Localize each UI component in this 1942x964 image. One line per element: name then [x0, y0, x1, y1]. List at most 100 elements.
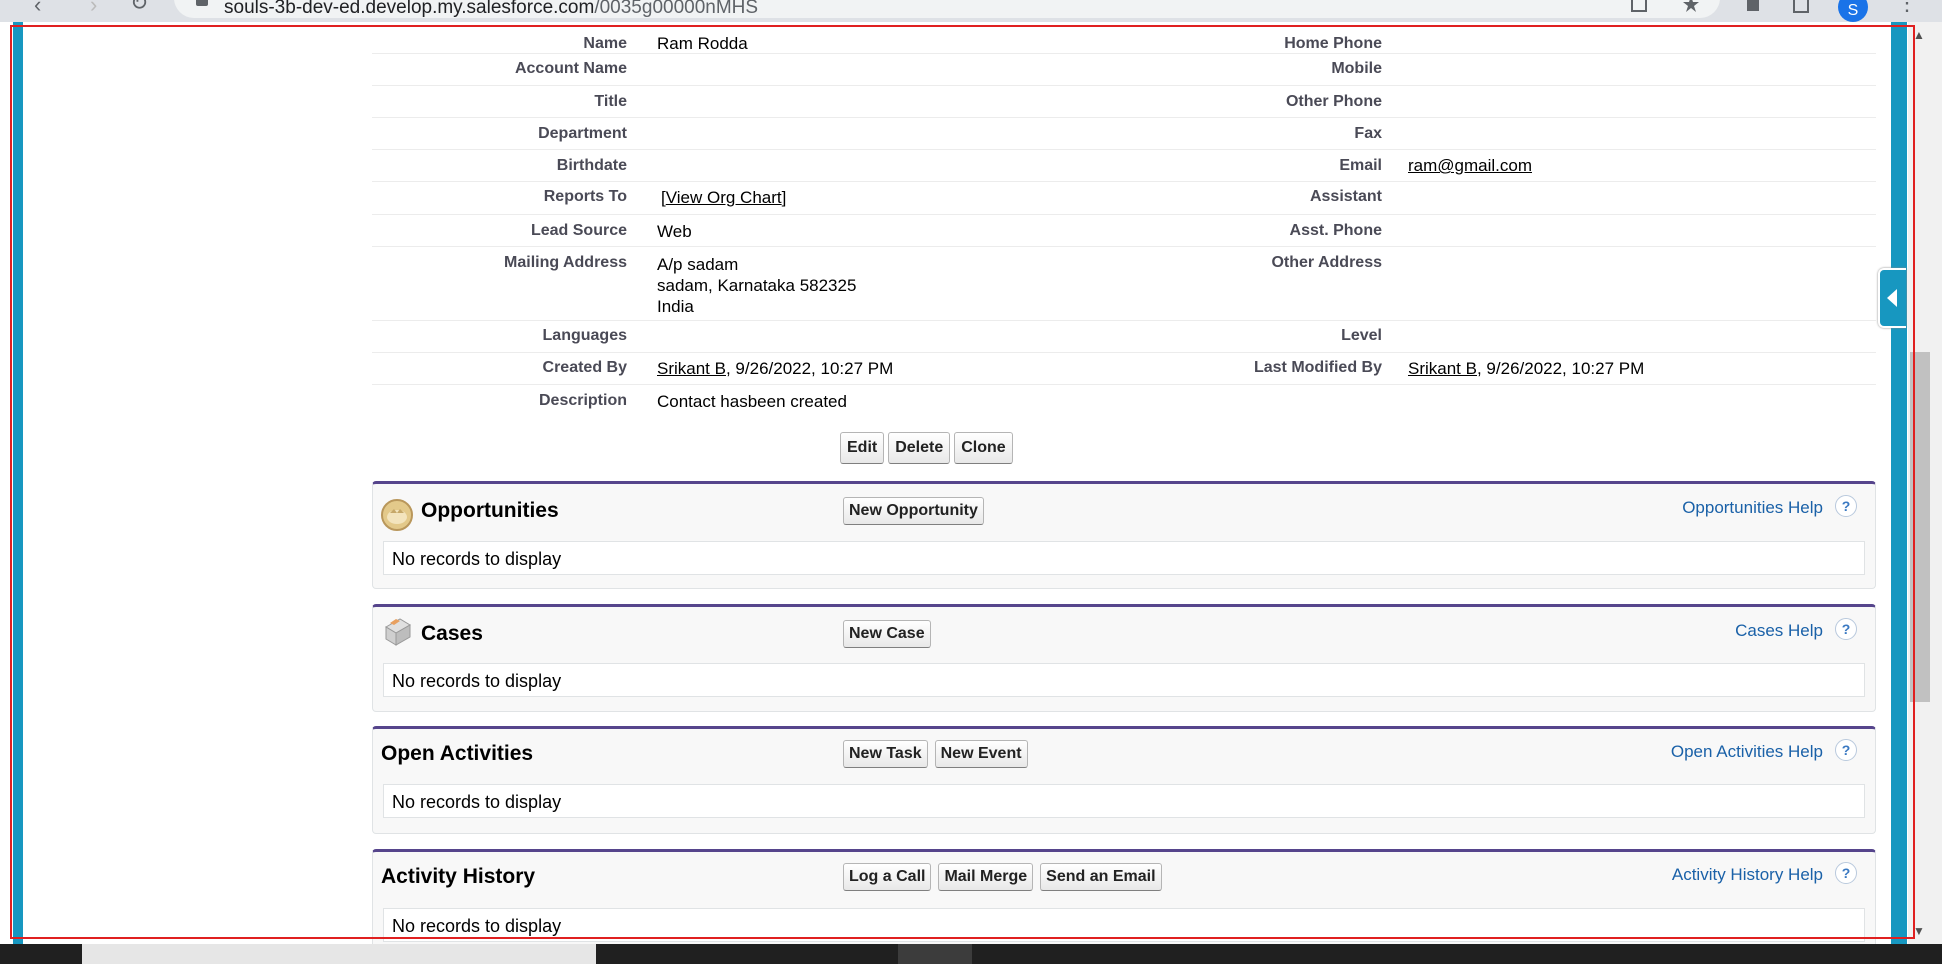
empty-message: No records to display — [392, 549, 562, 569]
new-event-button[interactable]: New Event — [934, 740, 1028, 768]
created-by-user-link[interactable]: Srikant B — [657, 359, 726, 378]
back-icon[interactable]: ‹ — [34, 0, 41, 18]
new-opportunity-button[interactable]: New Opportunity — [843, 497, 984, 525]
mail-merge-button[interactable]: Mail Merge — [938, 863, 1034, 891]
related-list-buttons: Log a Call Mail Merge Send an Email — [843, 863, 1166, 891]
modified-by-user-link[interactable]: Srikant B — [1408, 359, 1477, 378]
log-a-call-button[interactable]: Log a Call — [843, 863, 932, 891]
opportunities-help-link[interactable]: Opportunities Help — [1682, 498, 1823, 518]
address-bar[interactable]: souls-3b-dev-ed.develop.my.salesforce.co… — [174, 0, 1720, 18]
collapse-arrow-icon — [1887, 289, 1897, 307]
star-icon[interactable] — [1682, 0, 1700, 13]
address-line: sadam, Karnataka 582325 — [657, 276, 857, 295]
field-label: Birthdate — [556, 157, 627, 174]
modified-date: , 9/26/2022, 10:27 PM — [1476, 359, 1645, 378]
related-list-buttons: New Opportunity — [843, 497, 988, 525]
open-activities-help-link[interactable]: Open Activities Help — [1671, 742, 1823, 762]
field-label: Reports To — [543, 188, 627, 205]
help-icon[interactable]: ? — [1835, 739, 1857, 761]
empty-message: No records to display — [392, 792, 562, 812]
field-label: Title — [594, 93, 627, 110]
field-label: Level — [1341, 327, 1382, 344]
related-list-body: No records to display — [383, 541, 1865, 575]
related-list-open-activities: Open Activities New Task New Event Open A… — [372, 726, 1876, 834]
detail-row-name: Name Ram Rodda Home Phone — [372, 22, 1876, 54]
left-accent-bar — [13, 22, 23, 944]
detail-row-created-by: Created By Srikant B, 9/26/2022, 10:27 P… — [372, 353, 1876, 385]
related-list-body: No records to display — [383, 784, 1865, 818]
contact-detail-section: Name Ram Rodda Home Phone Account Name M… — [372, 22, 1876, 464]
field-label: Mailing Address — [504, 254, 627, 271]
reload-icon[interactable]: ↻ — [130, 0, 148, 16]
detail-row-account: Account Name Mobile — [372, 54, 1876, 86]
related-list-title: Cases — [421, 622, 483, 645]
detail-row-title: Title Other Phone — [372, 86, 1876, 118]
sidepanel-icon[interactable] — [1792, 0, 1810, 14]
detail-row-description: Description Contact hasbeen created — [372, 385, 1876, 416]
detail-row-mailing-address: Mailing Address A/p sadam sadam, Karnata… — [372, 247, 1876, 321]
opportunity-icon — [381, 499, 413, 531]
field-label: Languages — [542, 327, 627, 344]
modified-by-value: Srikant B, 9/26/2022, 10:27 PM — [1408, 359, 1858, 379]
scroll-up-icon[interactable]: ▲ — [1913, 28, 1925, 42]
scroll-down-icon[interactable]: ▼ — [1913, 924, 1925, 938]
detail-row-birthdate: Birthdate Email ram@gmail.com — [372, 150, 1876, 182]
related-list-title: Open Activities — [381, 742, 534, 765]
field-label: Name — [583, 35, 627, 52]
created-date: , 9/26/2022, 10:27 PM — [725, 359, 894, 378]
cases-help-link[interactable]: Cases Help — [1735, 621, 1823, 641]
related-list-cases: Cases New Case Cases Help ? No records t… — [372, 604, 1876, 712]
field-label: Other Phone — [1285, 93, 1382, 110]
related-list-title: Opportunities — [421, 499, 559, 522]
related-list-buttons: New Task New Event — [843, 740, 1032, 768]
case-icon — [385, 618, 411, 646]
address-line: A/p sadam — [657, 255, 739, 274]
related-list-opportunities: Opportunities New Opportunity Opportunit… — [372, 481, 1876, 589]
field-label: Fax — [1354, 125, 1382, 142]
email-link[interactable]: ram@gmail.com — [1408, 156, 1858, 176]
page-viewport: Name Ram Rodda Home Phone Account Name M… — [0, 22, 1942, 944]
share-icon[interactable] — [1630, 0, 1648, 13]
lead-source-value: Web — [657, 222, 692, 241]
clone-button[interactable]: Clone — [954, 432, 1013, 464]
delete-button[interactable]: Delete — [888, 432, 951, 464]
help-icon[interactable]: ? — [1835, 862, 1857, 884]
field-label: Asst. Phone — [1289, 222, 1382, 239]
activity-history-help-link[interactable]: Activity History Help — [1672, 865, 1823, 885]
menu-icon[interactable]: ⋮ — [1896, 0, 1918, 16]
related-list-body: No records to display — [383, 908, 1865, 942]
new-task-button[interactable]: New Task — [843, 740, 928, 768]
mailing-address-value: A/p sadam sadam, Karnataka 582325 India — [657, 254, 1107, 317]
sidebar-toggle-button[interactable] — [1878, 268, 1906, 328]
detail-row-reports-to: Reports To [View Org Chart] Assistant — [372, 182, 1876, 215]
forward-icon[interactable]: › — [90, 0, 97, 18]
taskbar-search-area[interactable] — [82, 944, 596, 964]
field-label: Lead Source — [530, 222, 627, 239]
address-line: India — [657, 297, 694, 316]
field-label: Description — [538, 392, 627, 409]
send-an-email-button[interactable]: Send an Email — [1040, 863, 1162, 891]
field-label: Assistant — [1309, 188, 1382, 205]
taskbar-app-button[interactable] — [898, 944, 972, 964]
field-label: Email — [1339, 157, 1382, 174]
new-case-button[interactable]: New Case — [843, 620, 931, 648]
extensions-icon[interactable] — [1744, 0, 1762, 14]
help-icon[interactable]: ? — [1835, 618, 1857, 640]
detail-row-languages: Languages Level — [372, 321, 1876, 353]
created-by-value: Srikant B, 9/26/2022, 10:27 PM — [657, 359, 1107, 379]
help-icon[interactable]: ? — [1835, 495, 1857, 517]
field-label: Other Address — [1271, 254, 1382, 271]
related-list-buttons: New Case — [843, 620, 935, 648]
field-value-name: Ram Rodda — [657, 34, 748, 53]
field-label: Created By — [542, 359, 627, 376]
lock-icon — [196, 0, 208, 6]
scrollbar-thumb[interactable] — [1910, 352, 1930, 702]
profile-avatar[interactable]: S — [1838, 0, 1868, 22]
related-list-body: No records to display — [383, 663, 1865, 697]
field-label: Account Name — [514, 60, 627, 77]
reports-to-value: [View Org Chart] — [661, 188, 787, 207]
field-label: Department — [538, 125, 627, 142]
edit-button[interactable]: Edit — [840, 432, 885, 464]
view-org-chart-link[interactable]: View Org Chart — [666, 188, 782, 207]
detail-button-row: Edit Delete Clone — [840, 432, 1017, 464]
